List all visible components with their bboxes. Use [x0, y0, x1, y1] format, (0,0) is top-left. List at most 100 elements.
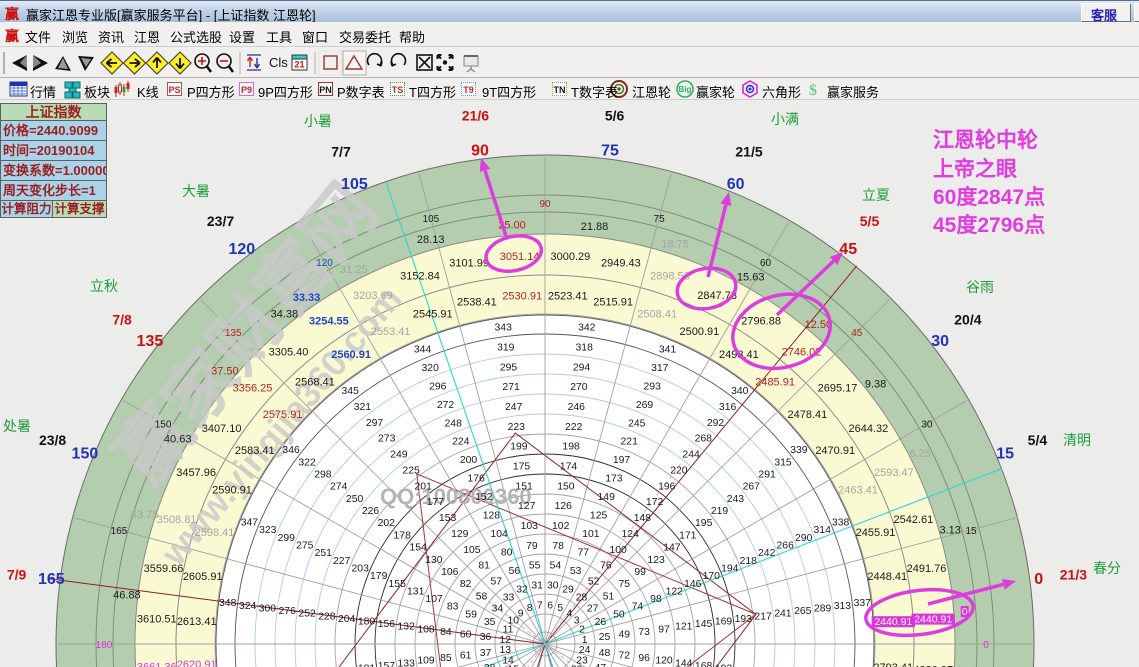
svg-text:265: 265	[794, 606, 812, 617]
svg-text:85: 85	[440, 653, 452, 664]
svg-text:52: 52	[588, 577, 600, 588]
svg-text:3407.10: 3407.10	[202, 423, 242, 435]
svg-text:2478.41: 2478.41	[788, 409, 828, 421]
svg-text:295: 295	[500, 362, 518, 373]
svg-text:150: 150	[72, 445, 99, 462]
svg-text:78: 78	[552, 541, 564, 552]
svg-text:218: 218	[740, 556, 758, 567]
svg-text:125: 125	[590, 511, 608, 522]
svg-text:36: 36	[480, 632, 492, 643]
svg-text:30: 30	[921, 420, 933, 431]
svg-text:194: 194	[721, 564, 739, 575]
svg-text:222: 222	[565, 422, 583, 433]
svg-text:2590.91: 2590.91	[212, 485, 252, 497]
svg-text:2485.91: 2485.91	[755, 377, 795, 389]
svg-text:109: 109	[417, 656, 435, 667]
svg-text:43.75: 43.75	[131, 509, 159, 521]
svg-text:106: 106	[441, 567, 459, 578]
svg-text:76: 76	[600, 561, 612, 572]
svg-text:2: 2	[579, 625, 585, 636]
svg-text:5/5: 5/5	[860, 213, 880, 229]
svg-text:174: 174	[560, 462, 578, 473]
svg-text:23/7: 23/7	[207, 213, 234, 229]
svg-text:200: 200	[460, 455, 478, 466]
svg-text:3: 3	[574, 616, 580, 627]
svg-text:246: 246	[568, 402, 586, 413]
svg-text:处暑: 处暑	[3, 418, 31, 434]
svg-text:84: 84	[440, 627, 452, 638]
svg-text:60: 60	[727, 176, 745, 193]
svg-text:157: 157	[378, 661, 396, 667]
svg-text:75: 75	[619, 579, 631, 590]
svg-text:245: 245	[628, 418, 646, 429]
svg-text:54: 54	[550, 561, 562, 572]
svg-text:252: 252	[298, 609, 316, 620]
svg-text:37: 37	[480, 648, 492, 659]
svg-text:0: 0	[983, 640, 989, 651]
svg-text:18.75: 18.75	[661, 239, 689, 251]
svg-text:60: 60	[760, 258, 772, 269]
svg-text:2644.32: 2644.32	[849, 423, 889, 435]
svg-text:128: 128	[483, 511, 501, 522]
svg-text:30: 30	[547, 581, 559, 592]
svg-text:QQ:100800360: QQ:100800360	[380, 484, 532, 509]
svg-text:147: 147	[663, 543, 681, 554]
svg-text:204: 204	[338, 614, 356, 625]
svg-text:江恩轮中轮: 江恩轮中轮	[933, 128, 1038, 152]
svg-text:172: 172	[646, 497, 664, 508]
svg-text:15: 15	[996, 445, 1014, 462]
svg-text:2523.41: 2523.41	[548, 291, 588, 303]
svg-text:225: 225	[402, 466, 420, 477]
svg-text:165: 165	[111, 526, 128, 537]
svg-text:小暑: 小暑	[304, 113, 332, 129]
svg-text:$: $	[809, 82, 817, 99]
svg-text:6: 6	[547, 600, 553, 611]
svg-text:323: 323	[259, 525, 277, 536]
svg-text:298: 298	[314, 470, 332, 481]
svg-text:268: 268	[695, 434, 713, 445]
svg-text:300: 300	[259, 604, 277, 615]
svg-text:大暑: 大暑	[182, 183, 210, 199]
svg-text:40.63: 40.63	[164, 433, 192, 445]
svg-text:120: 120	[316, 258, 333, 269]
svg-text:29: 29	[562, 585, 574, 596]
svg-text:179: 179	[370, 571, 388, 582]
svg-text:Cls: Cls	[269, 55, 288, 70]
svg-text:2583.41: 2583.41	[235, 445, 275, 457]
svg-text:34.38: 34.38	[271, 308, 299, 320]
svg-text:3661.36: 3661.36	[137, 661, 177, 667]
svg-text:150: 150	[155, 420, 172, 431]
svg-text:199: 199	[510, 442, 528, 453]
svg-text:297: 297	[366, 418, 384, 429]
svg-text:47: 47	[595, 663, 607, 667]
svg-text:153: 153	[439, 513, 457, 524]
svg-text:150: 150	[557, 481, 575, 492]
svg-text:135: 135	[137, 333, 164, 350]
svg-text:5/4: 5/4	[1028, 432, 1048, 448]
svg-text:130: 130	[425, 555, 443, 566]
svg-text:2538.41: 2538.41	[457, 297, 497, 309]
svg-text:27: 27	[587, 604, 599, 615]
svg-text:292: 292	[707, 418, 725, 429]
svg-text:177: 177	[427, 497, 445, 508]
svg-text:5: 5	[557, 603, 563, 614]
svg-text:176: 176	[467, 474, 485, 485]
svg-text:28.13: 28.13	[417, 234, 445, 246]
svg-text:221: 221	[621, 437, 639, 448]
svg-text:224: 224	[452, 437, 470, 448]
svg-text:77: 77	[578, 548, 590, 559]
svg-text:2613.41: 2613.41	[177, 616, 217, 628]
svg-text:2515.91: 2515.91	[593, 297, 633, 309]
svg-text:3152.84: 3152.84	[400, 271, 440, 283]
svg-text:3610.51: 3610.51	[137, 614, 177, 626]
svg-text:248: 248	[445, 418, 463, 429]
svg-text:2440.91: 2440.91	[874, 616, 912, 628]
svg-text:103: 103	[521, 521, 539, 532]
svg-text:2593.47: 2593.47	[874, 467, 914, 479]
svg-text:3559.66: 3559.66	[144, 563, 184, 575]
svg-text:12: 12	[500, 635, 512, 646]
svg-text:79: 79	[526, 541, 538, 552]
svg-text:313: 313	[834, 601, 852, 612]
svg-text:196: 196	[658, 481, 676, 492]
svg-text:247: 247	[505, 402, 523, 413]
